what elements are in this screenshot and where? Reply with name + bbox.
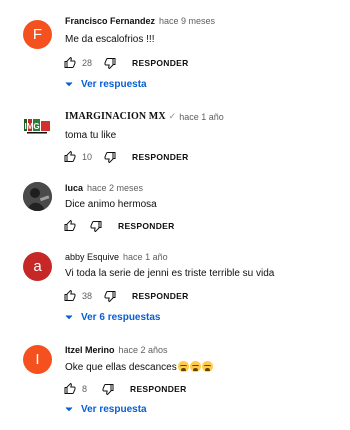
view-replies-label: Ver respuesta	[81, 403, 147, 415]
avatar-letter: a	[33, 258, 42, 275]
avatar[interactable]: I	[23, 345, 52, 374]
comment-meta: IMARGINACION MX ✓ hace 1 año	[65, 111, 224, 122]
comment-meta: abby Esquive hace 1 año	[65, 252, 168, 262]
thumbs-up-icon[interactable]	[62, 288, 78, 304]
comment-meta: luca hace 2 meses	[65, 183, 143, 193]
chevron-down-icon	[62, 402, 76, 416]
comment-text-body: Oke que ellas descances	[65, 362, 177, 373]
view-replies-button[interactable]: Ver respuesta	[62, 402, 147, 416]
crying-face-emoji	[189, 361, 201, 372]
view-replies-button[interactable]: Ver respuesta	[62, 77, 147, 91]
reply-button[interactable]: RESPONDER	[130, 384, 187, 394]
channel-logo-text: IMG	[25, 122, 40, 131]
comment-author[interactable]: Francisco Fernandez	[65, 16, 155, 26]
like-count: 28	[82, 58, 93, 68]
thumbs-up-icon[interactable]	[62, 55, 78, 71]
comment-text: Vi toda la serie de jenni es triste terr…	[65, 268, 275, 279]
avatar[interactable]: IMG	[23, 112, 52, 141]
avatar[interactable]	[23, 182, 52, 211]
comment-text: toma tu like	[65, 130, 117, 141]
comment-time[interactable]: hace 1 año	[179, 112, 224, 122]
comment-time[interactable]: hace 1 año	[123, 252, 168, 262]
comment-actions: 10 RESPONDER	[62, 149, 189, 165]
channel-logo: IMG	[24, 119, 50, 134]
comment-actions: 38 RESPONDER	[62, 288, 189, 304]
avatar-letter: I	[35, 351, 40, 368]
comment-time[interactable]: hace 2 meses	[87, 183, 143, 193]
crying-face-emoji	[201, 361, 213, 372]
thumbs-down-icon[interactable]	[102, 55, 118, 71]
thumbs-up-icon[interactable]	[62, 381, 78, 397]
comment-author[interactable]: luca	[65, 183, 83, 193]
thumbs-down-icon[interactable]	[102, 149, 118, 165]
comment-meta: Francisco Fernandez hace 9 meses	[65, 16, 215, 26]
comment-author[interactable]: abby Esquive	[65, 252, 119, 262]
comment-actions: 28 RESPONDER	[62, 55, 189, 71]
avatar[interactable]: F	[23, 20, 52, 49]
comment-author[interactable]: IMARGINACION MX	[65, 111, 166, 122]
reply-button[interactable]: RESPONDER	[132, 291, 189, 301]
verified-badge-icon: ✓	[168, 111, 177, 121]
thumbs-down-icon[interactable]	[102, 288, 118, 304]
comment-text: Dice animo hermosa	[65, 199, 157, 210]
view-replies-label: Ver 6 respuestas	[81, 311, 161, 323]
crying-face-emoji	[177, 361, 189, 372]
comment-author[interactable]: Itzel Merino	[65, 345, 115, 355]
comment-actions: 8 RESPONDER	[62, 381, 187, 397]
avatar-letter: F	[32, 26, 43, 43]
thumbs-down-icon[interactable]	[100, 381, 116, 397]
thumbs-up-icon[interactable]	[62, 149, 78, 165]
avatar-photo	[23, 182, 52, 211]
thumbs-up-icon[interactable]	[62, 218, 78, 234]
comment-text: Oke que ellas descances	[65, 361, 213, 373]
view-replies-label: Ver respuesta	[81, 78, 147, 90]
reply-button[interactable]: RESPONDER	[132, 152, 189, 162]
view-replies-button[interactable]: Ver 6 respuestas	[62, 310, 161, 324]
comment-actions: RESPONDER	[62, 218, 175, 234]
chevron-down-icon	[62, 310, 76, 324]
reply-button[interactable]: RESPONDER	[118, 221, 175, 231]
like-count: 10	[82, 152, 93, 162]
comment-time[interactable]: hace 9 meses	[159, 16, 215, 26]
comment-text: Me da escalofrios !!!	[65, 34, 155, 45]
reply-button[interactable]: RESPONDER	[132, 58, 189, 68]
thumbs-down-icon[interactable]	[88, 218, 104, 234]
like-count: 38	[82, 291, 93, 301]
like-count: 8	[82, 384, 88, 394]
comment-time[interactable]: hace 2 años	[119, 345, 168, 355]
avatar[interactable]: a	[23, 252, 52, 281]
chevron-down-icon	[62, 77, 76, 91]
comment-meta: Itzel Merino hace 2 años	[65, 345, 168, 355]
